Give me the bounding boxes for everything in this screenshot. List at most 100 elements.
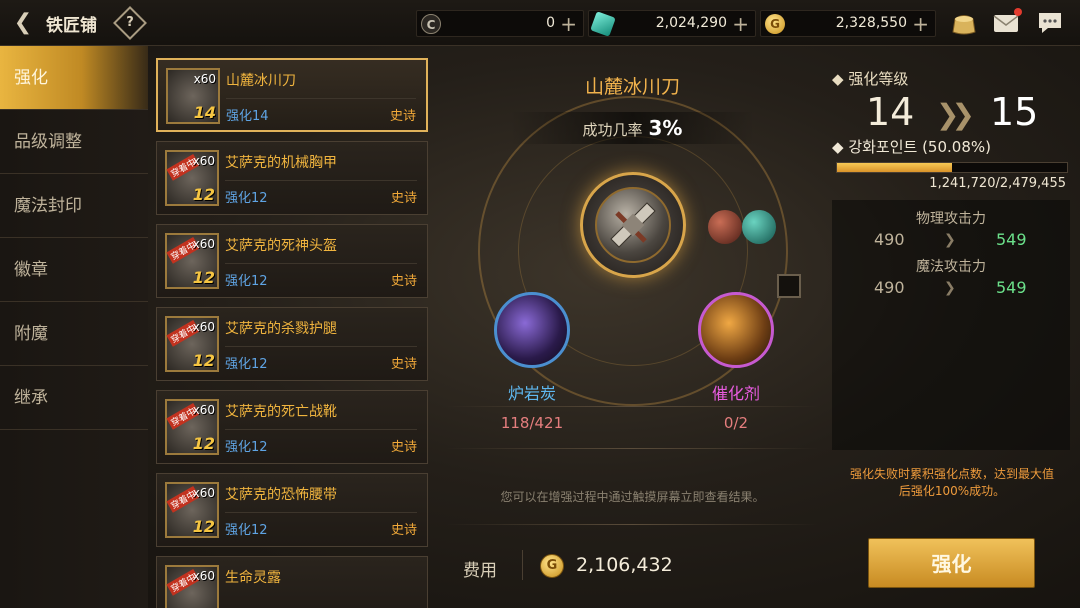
- item-thumbnail: 穿着中 x60 12: [165, 482, 219, 538]
- item-enhance-level: 强化12: [225, 440, 268, 455]
- cost-value: 2,106,432: [576, 554, 673, 576]
- enhance-level-badge: 12: [192, 185, 215, 204]
- cost-label: 费用: [463, 561, 497, 581]
- furnace-coal-icon[interactable]: [494, 292, 570, 368]
- enhance-panel: 山麓冰川刀 成功几率 3% 炉岩炭 催化剂 118/421 0/2 您可以在增强过…: [440, 46, 825, 608]
- currency-value: 2,328,550: [835, 15, 907, 31]
- back-arrow-icon[interactable]: ❮: [8, 10, 38, 36]
- item-name: 生命灵露: [225, 570, 281, 586]
- enhance-level-label: ◆ 强化等级: [832, 70, 909, 88]
- list-item[interactable]: x60 14 山麓冰川刀 强化14 史诗: [156, 58, 428, 132]
- gold-coin-icon: G: [540, 554, 564, 578]
- target-item-name: 山麓冰川刀: [584, 76, 680, 98]
- teal-orb-icon: [742, 210, 776, 244]
- enhance-level-badge: 12: [192, 268, 215, 287]
- currency-value: 2,024,290: [655, 15, 727, 31]
- menu-item-enhance[interactable]: 强化: [0, 46, 148, 110]
- list-item[interactable]: 穿着中 x60 12 艾萨克的恐怖腰带 强化12 史诗: [156, 473, 428, 547]
- currency-gem: 2,024,290 +: [588, 10, 756, 37]
- list-item[interactable]: 穿着中 x60 12 艾萨克的机械胸甲 强化12 史诗: [156, 141, 428, 215]
- add-gem-button[interactable]: +: [732, 12, 749, 36]
- item-enhance-level: 强化12: [225, 274, 268, 289]
- next-level: 15: [990, 90, 1039, 134]
- enhance-points-bar: [836, 162, 1068, 173]
- list-item[interactable]: 穿着中 x60 12 艾萨克的杀戮护腿 强化12 史诗: [156, 307, 428, 381]
- list-item[interactable]: 穿着中 x60 生命灵露: [156, 556, 428, 608]
- currency-gold: G 2,328,550 +: [760, 10, 936, 37]
- success-rate-value: 3%: [648, 116, 683, 140]
- success-rate-label: 成功几率: [582, 121, 643, 139]
- stat-new-value: 549: [996, 278, 1027, 297]
- stat-old-value: 490: [874, 230, 905, 249]
- red-orb-icon: [708, 210, 742, 244]
- menu-item-magic-seal[interactable]: 魔法封印: [0, 174, 148, 238]
- item-enhance-level: 强化12: [225, 357, 268, 372]
- stat-old-value: 490: [874, 278, 905, 297]
- menu-item-enchant[interactable]: 附魔: [0, 302, 148, 366]
- mail-icon[interactable]: [992, 8, 1022, 36]
- enhance-points-label: ◆ 강화포인트 (50.08%): [832, 138, 991, 156]
- arrow-right-icon: ❯: [944, 280, 956, 296]
- item-name: 艾萨克的死神头盔: [225, 238, 337, 254]
- slot-empty[interactable]: [777, 274, 801, 298]
- material-count: 0/2: [723, 414, 749, 432]
- list-item[interactable]: 穿着中 x60 12 艾萨克的死神头盔 强化12 史诗: [156, 224, 428, 298]
- equipment-list[interactable]: x60 14 山麓冰川刀 强化14 史诗 穿着中 x60 12 艾萨克的机械胸甲…: [150, 52, 435, 608]
- stat-new-value: 549: [996, 230, 1027, 249]
- top-bar: ❮ 铁匠铺 ? C 0 + 2,024,290 + G 2,328,550 +: [0, 0, 1080, 46]
- item-thumbnail: 穿着中 x60 12: [165, 399, 219, 455]
- item-thumbnail: 穿着中 x60 12: [165, 316, 219, 372]
- item-grade: 史诗: [390, 274, 417, 289]
- enhance-level-badge: 12: [192, 517, 215, 536]
- list-item[interactable]: 穿着中 x60 12 艾萨克的死亡战靴 强化12 史诗: [156, 390, 428, 464]
- item-enhance-level: 强化12: [225, 191, 268, 206]
- stat-name: 物理攻击力: [916, 211, 986, 227]
- stat-name: 魔法攻击力: [916, 259, 986, 275]
- item-thumbnail: 穿着中 x60 12: [165, 233, 219, 289]
- menu-item-grade-adjust[interactable]: 品级调整: [0, 110, 148, 174]
- weapon-icon: [595, 187, 671, 263]
- enhance-level-badge: 12: [192, 434, 215, 453]
- success-rate: 成功几率 3%: [510, 112, 755, 144]
- enhance-level-badge: 12: [192, 351, 215, 370]
- item-name: 艾萨克的杀戮护腿: [225, 321, 337, 337]
- enhance-button[interactable]: 强化: [868, 538, 1035, 588]
- enhance-points-value: 1,241,720/2,479,455: [929, 176, 1066, 191]
- item-grade: 史诗: [390, 523, 417, 538]
- menu-item-emblem[interactable]: 徽章: [0, 238, 148, 302]
- stat-comparison: 物理攻击力 490 ❯ 549 魔法攻击力 490 ❯ 549: [832, 200, 1070, 450]
- crystal-coin-icon: C: [421, 14, 441, 34]
- item-grade: 史诗: [389, 109, 416, 124]
- enhance-points-fill: [837, 163, 953, 172]
- item-name: 艾萨克的恐怖腰带: [225, 487, 337, 503]
- gem-icon: [590, 11, 616, 37]
- target-item-icon[interactable]: [580, 172, 686, 278]
- item-name: 艾萨克的机械胸甲: [225, 155, 337, 171]
- arrow-right-icon: ❯❯: [936, 98, 975, 131]
- item-enhance-level: 强化12: [225, 523, 268, 538]
- add-gold-button[interactable]: +: [912, 12, 929, 36]
- currency-value: 0: [546, 15, 555, 31]
- item-grade: 史诗: [390, 357, 417, 372]
- material-name: 催化剂: [711, 384, 760, 403]
- gold-coin-icon: G: [765, 14, 785, 34]
- side-menu: 强化 品级调整 魔法封印 徽章 附魔 继承: [0, 46, 148, 608]
- fail-note: 强化失败时累积强化点数，达到最大值 后强化100%成功。: [849, 467, 1054, 498]
- arrow-right-icon: ❯: [944, 232, 956, 248]
- bag-icon[interactable]: [950, 10, 978, 36]
- item-grade: 史诗: [390, 191, 417, 206]
- currency-crystal: C 0 +: [416, 10, 584, 37]
- catalyst-icon[interactable]: [698, 292, 774, 368]
- current-level: 14: [866, 90, 915, 134]
- page-title: 铁匠铺: [46, 16, 97, 36]
- help-button[interactable]: ?: [113, 6, 147, 40]
- material-count: 118/421: [500, 414, 564, 432]
- notification-dot: [1014, 8, 1022, 16]
- item-grade: 史诗: [390, 440, 417, 455]
- material-name: 炉岩炭: [507, 384, 556, 403]
- item-name: 艾萨克的死亡战靴: [225, 404, 337, 420]
- menu-item-inherit[interactable]: 继承: [0, 366, 148, 430]
- item-thumbnail: x60 14: [166, 68, 220, 124]
- add-crystal-button[interactable]: +: [560, 12, 577, 36]
- chat-icon[interactable]: [1036, 10, 1064, 36]
